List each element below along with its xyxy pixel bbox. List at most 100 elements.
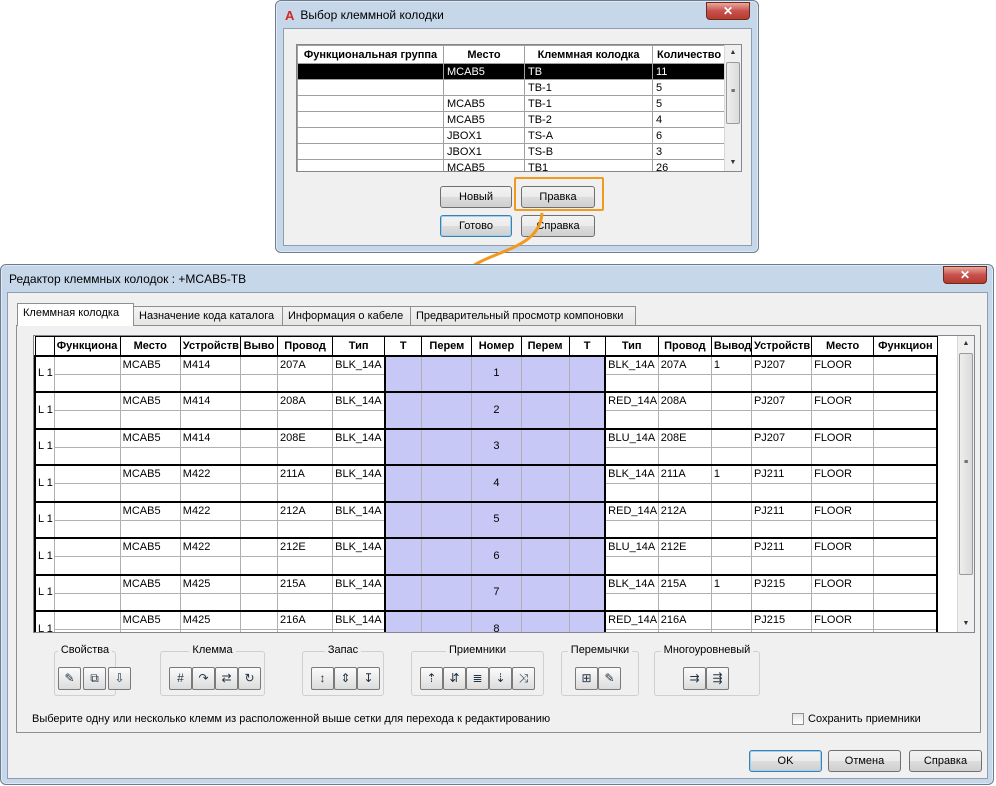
receiver-swap-icon[interactable]: ⇵ bbox=[443, 667, 466, 690]
grid-cell[interactable]: M425 bbox=[179, 573, 241, 594]
grid-cell[interactable] bbox=[873, 410, 939, 429]
grid-cell[interactable] bbox=[179, 446, 241, 466]
grid-column-header[interactable]: Место bbox=[811, 336, 875, 357]
grid-column-header[interactable] bbox=[34, 336, 55, 357]
receiver-move-up-icon[interactable]: ⇡ bbox=[420, 667, 443, 690]
close-icon[interactable]: ✕ bbox=[943, 266, 987, 284]
terminal-number[interactable]: 3 bbox=[471, 427, 522, 466]
grid-cell[interactable] bbox=[239, 500, 279, 521]
grid-cell[interactable] bbox=[332, 629, 386, 632]
terminal-number[interactable]: 2 bbox=[471, 391, 522, 429]
grid-cell[interactable] bbox=[276, 446, 334, 466]
grid-cell[interactable] bbox=[750, 556, 813, 575]
tab-layout-preview[interactable]: Предварительный просмотр компоновки bbox=[410, 306, 636, 326]
terminal-cell[interactable] bbox=[421, 500, 473, 539]
grid-cell[interactable] bbox=[119, 446, 181, 466]
ok-button[interactable]: OK bbox=[749, 750, 822, 772]
checkbox-box[interactable] bbox=[792, 713, 804, 725]
grid-cell[interactable] bbox=[750, 629, 813, 632]
grid-cell[interactable] bbox=[179, 519, 241, 539]
grid-cell[interactable] bbox=[873, 354, 939, 375]
grid-cell[interactable]: 208E bbox=[276, 427, 334, 448]
grid-cell[interactable]: FLOOR bbox=[811, 354, 875, 375]
grid-cell[interactable]: 208A bbox=[657, 391, 712, 411]
terminal-number[interactable]: 4 bbox=[471, 464, 522, 502]
scroll-up-icon[interactable]: ▲ bbox=[958, 336, 974, 352]
table-row[interactable]: MCAB5 TB-2 4 bbox=[297, 111, 726, 128]
add-spare-icon[interactable]: ↕ bbox=[311, 667, 334, 690]
terminal-number[interactable]: 6 bbox=[471, 537, 522, 575]
grid-cell[interactable] bbox=[332, 519, 386, 539]
grid-column-header[interactable]: Тип bbox=[332, 336, 386, 357]
tab-catalog-code[interactable]: Назначение кода каталога bbox=[133, 306, 283, 326]
grid-cell[interactable] bbox=[710, 556, 752, 575]
grid-cell[interactable]: MCAB5 bbox=[119, 573, 181, 594]
grid-cell[interactable]: MCAB5 bbox=[119, 500, 181, 521]
grid-cell[interactable]: BLK_14A bbox=[604, 354, 659, 375]
delete-spare-icon[interactable]: ↧ bbox=[357, 667, 380, 690]
col-functional-group[interactable]: Функциональная группа bbox=[297, 45, 444, 64]
grid-cell[interactable] bbox=[179, 483, 241, 502]
grid-cell[interactable]: MCAB5 bbox=[119, 537, 181, 557]
grid-cell[interactable] bbox=[873, 629, 939, 632]
edit-terminal-icon[interactable]: # bbox=[169, 667, 192, 690]
grid-cell[interactable] bbox=[239, 446, 279, 466]
insert-spare-icon[interactable]: ⇕ bbox=[334, 667, 357, 690]
terminal-cell[interactable] bbox=[421, 573, 473, 612]
terminal-cell[interactable] bbox=[568, 354, 607, 393]
grid-cell[interactable] bbox=[239, 373, 279, 393]
table-row[interactable]: MCAB5 TB1 26 bbox=[297, 159, 726, 171]
grid-cell[interactable]: 207A bbox=[276, 354, 334, 375]
terminal-strip-list[interactable]: Функциональная группа Место Клеммная кол… bbox=[296, 44, 742, 172]
grid-cell[interactable] bbox=[119, 519, 181, 539]
grid-cell[interactable]: 211A bbox=[276, 464, 334, 484]
grid-cell[interactable] bbox=[873, 427, 939, 448]
row-level-label[interactable]: L 1 bbox=[34, 610, 55, 632]
terminal-cell[interactable] bbox=[383, 427, 423, 466]
grid-cell[interactable] bbox=[710, 629, 752, 632]
grid-cell[interactable] bbox=[239, 354, 279, 375]
grid-cell[interactable] bbox=[873, 592, 939, 612]
grid-cell[interactable] bbox=[811, 629, 875, 632]
grid-cell[interactable]: 212A bbox=[657, 500, 712, 521]
terminal-row[interactable]: L 1 MCAB5 M422 212E BLK_14A 6 BLU_14A 212E PJ211… bbox=[34, 537, 939, 575]
terminal-cell[interactable] bbox=[520, 610, 570, 632]
grid-cell[interactable] bbox=[604, 373, 659, 393]
grid-cell[interactable] bbox=[276, 483, 334, 502]
grid-cell[interactable]: RED_14A bbox=[604, 500, 659, 521]
grid-cell[interactable]: 215A bbox=[657, 573, 712, 594]
grid-cell[interactable] bbox=[53, 629, 121, 632]
terminal-cell[interactable] bbox=[383, 354, 423, 393]
grid-cell[interactable]: MCAB5 bbox=[119, 610, 181, 630]
grid-cell[interactable]: BLK_14A bbox=[332, 391, 386, 411]
terminal-cell[interactable] bbox=[568, 427, 607, 466]
grid-cell[interactable] bbox=[873, 446, 939, 466]
grid-cell[interactable]: PJ207 bbox=[750, 354, 813, 375]
grid-cell[interactable] bbox=[276, 556, 334, 575]
save-receivers-checkbox[interactable]: Сохранить приемники bbox=[792, 713, 921, 725]
grid-cell[interactable] bbox=[276, 373, 334, 393]
grid-column-header[interactable]: Тип bbox=[604, 336, 659, 357]
grid-cell[interactable] bbox=[657, 373, 712, 393]
grid-column-header[interactable]: Устройств bbox=[750, 336, 813, 357]
grid-cell[interactable]: MCAB5 bbox=[119, 427, 181, 448]
grid-scrollbar[interactable]: ▲ ≡ ▼ bbox=[957, 336, 974, 632]
terminal-cell[interactable] bbox=[383, 464, 423, 502]
terminal-cell[interactable] bbox=[568, 610, 607, 632]
grid-column-header[interactable]: T bbox=[384, 336, 423, 357]
grid-cell[interactable] bbox=[604, 519, 659, 539]
grid-cell[interactable] bbox=[276, 410, 334, 429]
terminal-cell[interactable] bbox=[421, 427, 473, 466]
grid-cell[interactable] bbox=[604, 410, 659, 429]
terminal-cell[interactable] bbox=[421, 610, 473, 632]
grid-cell[interactable]: FLOOR bbox=[811, 427, 875, 448]
terminal-row[interactable]: L 1 MCAB5 M414 207A BLK_14A 1 BLK_14A 207A 1 PJ20… bbox=[34, 354, 939, 393]
grid-cell[interactable] bbox=[179, 629, 241, 632]
grid-cell[interactable] bbox=[873, 537, 939, 557]
scroll-thumb[interactable]: ≡ bbox=[959, 353, 973, 575]
receiver-edit-icon[interactable]: ≣ bbox=[466, 667, 489, 690]
grid-cell[interactable] bbox=[604, 629, 659, 632]
grid-cell[interactable]: M425 bbox=[179, 610, 241, 630]
add-jumper-icon[interactable]: ⊞ bbox=[575, 667, 598, 690]
terminal-cell[interactable] bbox=[520, 573, 570, 612]
